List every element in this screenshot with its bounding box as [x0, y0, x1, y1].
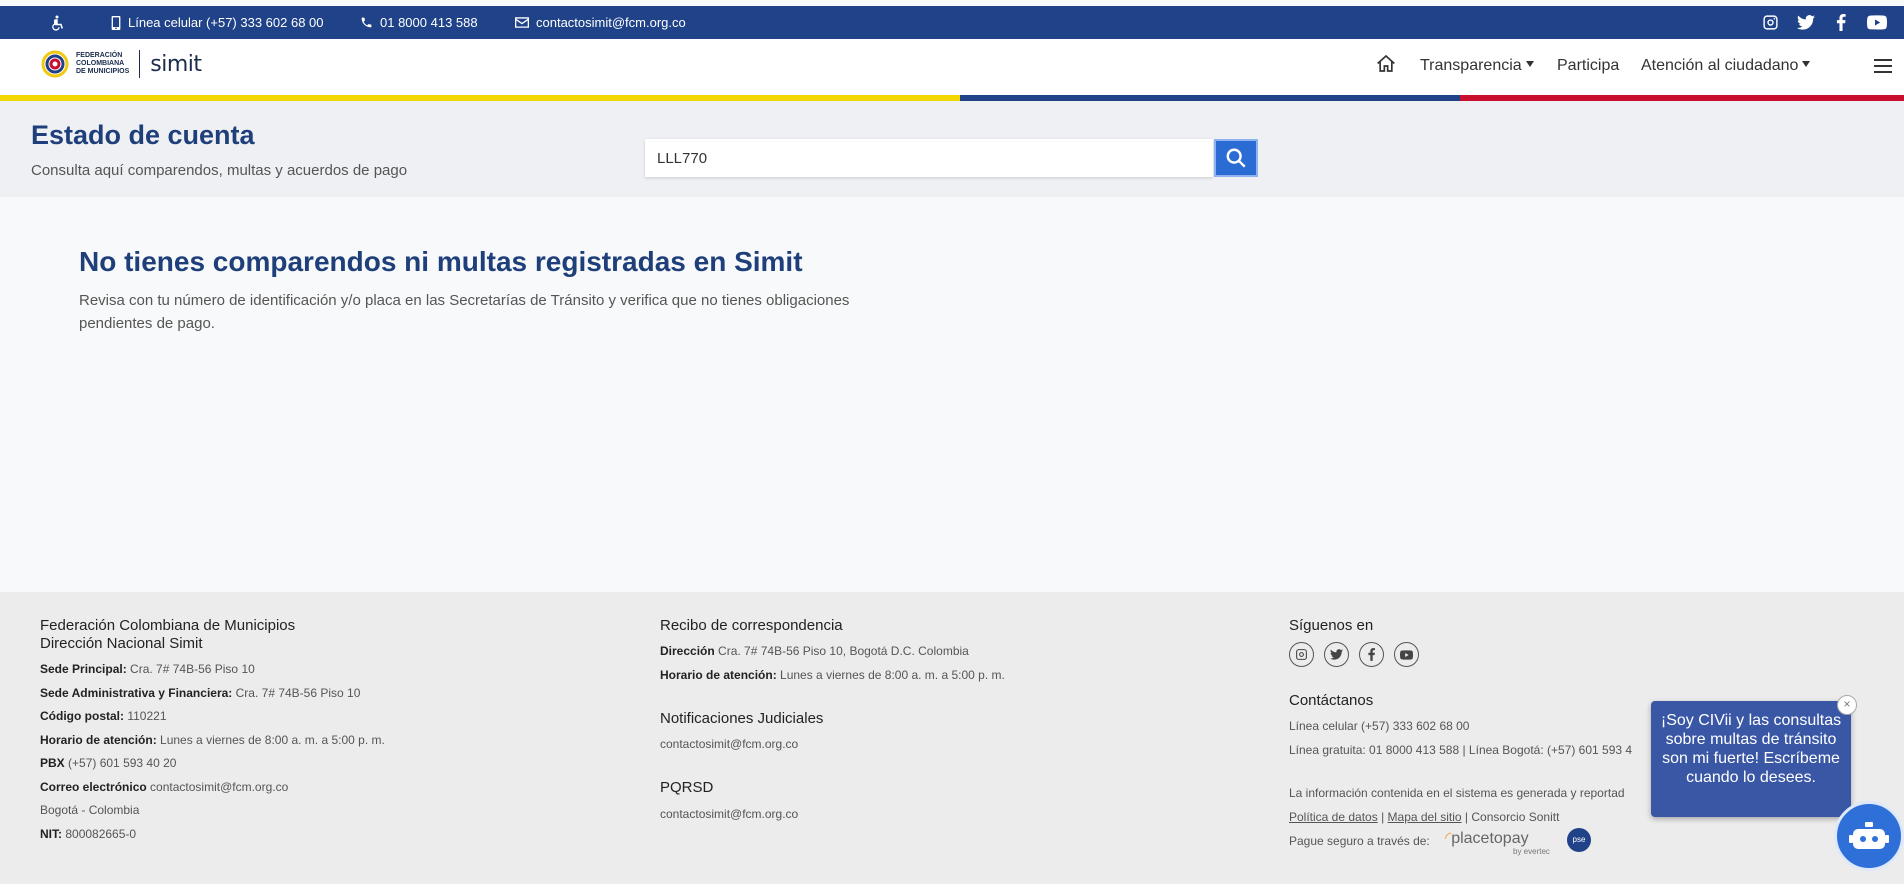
mobile-phone-text: Línea celular (+57) 333 602 68 00	[128, 15, 324, 30]
footer-contact-lines: Línea gratuita: 01 8000 413 588 | Línea …	[1289, 743, 1633, 757]
footer-legal-links: Política de datos | Mapa del sitio | Con…	[1289, 810, 1560, 824]
youtube-icon[interactable]	[1394, 642, 1419, 667]
instagram-icon[interactable]	[1289, 642, 1314, 667]
facebook-icon[interactable]	[1359, 642, 1384, 667]
instagram-icon[interactable]	[1762, 14, 1779, 34]
result-text: Revisa con tu número de identificación y…	[79, 292, 850, 332]
nav-participa[interactable]: Participa	[1557, 57, 1619, 75]
hamburger-menu-icon[interactable]	[1874, 59, 1892, 78]
footer-pqrsd-title: PQRSD	[660, 779, 714, 796]
home-icon[interactable]	[1376, 54, 1396, 78]
footer: Federación Colombiana de Municipios Dire…	[0, 592, 1904, 884]
footer-email: Correo electrónico contactosimit@fcm.org…	[40, 780, 289, 794]
footer-notifications-email[interactable]: contactosimit@fcm.org.co	[660, 737, 798, 751]
facebook-icon[interactable]	[1836, 14, 1846, 34]
privacy-policy-link[interactable]: Política de datos	[1289, 810, 1378, 824]
search-icon	[1226, 148, 1246, 168]
footer-org-subtitle: Dirección Nacional Simit	[40, 635, 203, 652]
envelope-icon	[515, 17, 529, 28]
footer-contact-mobile: Línea celular (+57) 333 602 68 00	[1289, 719, 1470, 733]
footer-sede-principal: Sede Principal: Cra. 7# 74B-56 Piso 10	[40, 662, 255, 676]
footer-social-icons	[1289, 642, 1419, 667]
footer-correspondence-hours: Horario de atención: Lunes a viernes de …	[660, 668, 1005, 682]
footer-info-text: La información contenida en el sistema e…	[1289, 786, 1625, 800]
chatbot-message-bubble: ¡Soy CIVii y las consultas sobre multas …	[1651, 701, 1851, 817]
nav-transparencia-label: Transparencia	[1420, 57, 1522, 74]
email-text: contactosimit@fcm.org.co	[536, 15, 686, 30]
mobile-phone-icon	[111, 15, 121, 30]
search-button[interactable]	[1214, 139, 1258, 177]
twitter-icon[interactable]	[1324, 642, 1349, 667]
nav-atencion-label: Atención al ciudadano	[1641, 57, 1799, 74]
robot-icon	[1849, 822, 1889, 849]
footer-correspondence-title: Recibo de correspondencia	[660, 617, 843, 634]
accessibility-button[interactable]	[48, 6, 66, 39]
footer-address: Dirección Cra. 7# 74B-56 Piso 10, Bogotá…	[660, 644, 969, 658]
search-input[interactable]	[645, 139, 1213, 177]
footer-follow-title: Síguenos en	[1289, 617, 1374, 634]
footer-contact-title: Contáctanos	[1289, 692, 1374, 709]
nav-transparencia[interactable]: Transparencia	[1420, 57, 1534, 75]
chatbot-button[interactable]	[1834, 801, 1904, 871]
mobile-phone-link[interactable]: Línea celular (+57) 333 602 68 00	[111, 6, 324, 39]
consortium-text: Consorcio Sonitt	[1471, 810, 1560, 824]
email-link[interactable]: contactosimit@fcm.org.co	[515, 6, 686, 39]
sitemap-link[interactable]: Mapa del sitio	[1388, 810, 1462, 824]
footer-org-title: Federación Colombiana de Municipios	[40, 617, 296, 634]
main-navbar: FEDERACIÓN COLOMBIANA DE MUNICIPIOS simi…	[0, 39, 1904, 95]
footer-notifications-title: Notificaciones Judiciales	[660, 710, 824, 727]
result-title: No tienes comparendos ni multas registra…	[79, 246, 803, 277]
chevron-down-icon	[1802, 61, 1811, 67]
footer-postal-code: Código postal: 110221	[40, 709, 167, 723]
accessibility-icon	[52, 15, 63, 31]
chatbot-close-button[interactable]: ×	[1837, 695, 1857, 715]
footer-payment-label: Pague seguro a través de:	[1289, 834, 1430, 848]
nav-atencion[interactable]: Atención al ciudadano	[1641, 57, 1811, 75]
placetopay-logo: ◜placetopay	[1445, 830, 1529, 847]
footer-city: Bogotá - Colombia	[40, 803, 140, 817]
footer-pqrsd-email[interactable]: contactosimit@fcm.org.co	[660, 807, 798, 821]
phone-text: 01 8000 413 588	[380, 15, 478, 30]
chevron-down-icon	[1525, 61, 1534, 67]
search-form	[645, 139, 1258, 177]
evertec-text: by evertec	[1513, 847, 1550, 856]
page-subtitle: Consulta aquí comparendos, multas y acue…	[31, 162, 408, 179]
phone-icon	[361, 17, 372, 28]
top-contact-bar: Línea celular (+57) 333 602 68 00 01 800…	[0, 6, 1904, 39]
phone-link[interactable]: 01 8000 413 588	[360, 6, 478, 39]
account-header: Estado de cuenta Consulta aquí comparend…	[0, 101, 1904, 197]
footer-pbx: PBX (+57) 601 593 40 20	[40, 756, 177, 770]
twitter-icon[interactable]	[1797, 15, 1815, 33]
footer-hours: Horario de atención: Lunes a viernes de …	[40, 733, 385, 747]
footer-sede-admin: Sede Administrativa y Financiera: Cra. 7…	[40, 686, 361, 700]
footer-nit: NIT: 800082665-0	[40, 827, 137, 841]
pse-logo: pse	[1567, 828, 1591, 852]
page-title: Estado de cuenta	[31, 120, 255, 150]
youtube-icon[interactable]	[1866, 15, 1888, 33]
